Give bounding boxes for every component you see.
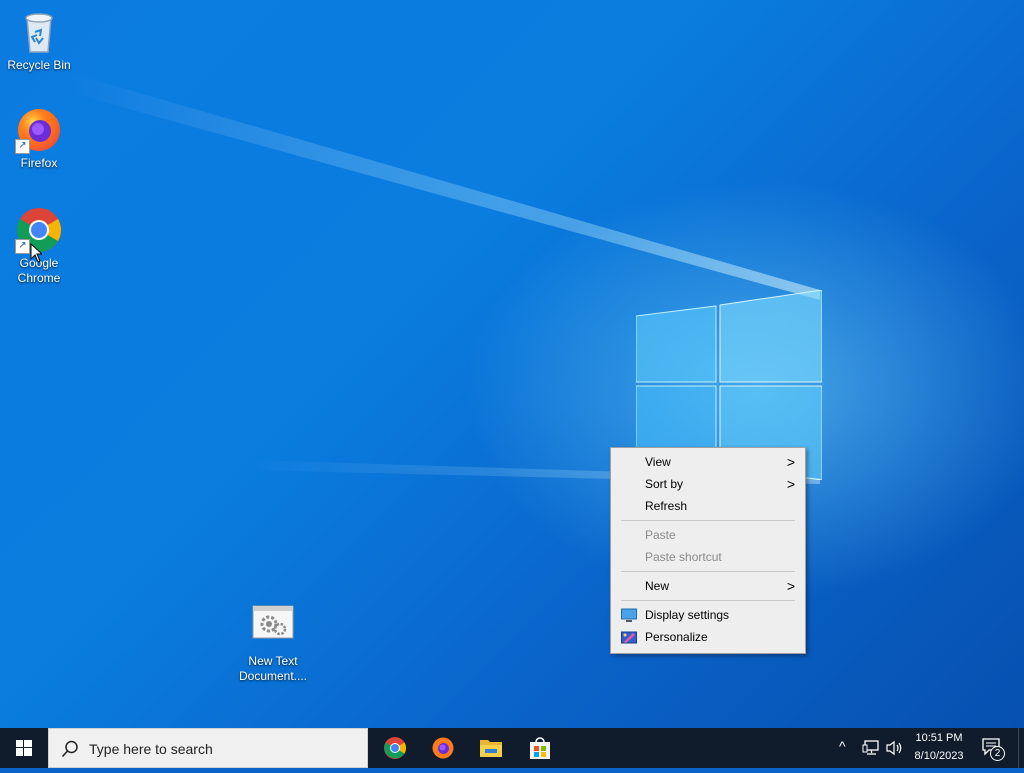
taskbar: Type here to search ^ 10:51 PM 8/10/2023…	[0, 728, 1024, 768]
menu-item-label: Sort by	[645, 477, 684, 491]
menu-item-paste-shortcut[interactable]: Paste shortcut	[611, 546, 805, 568]
menu-item-view[interactable]: View >	[611, 451, 805, 473]
taskbar-search-box[interactable]: Type here to search	[48, 728, 368, 768]
firefox-icon: ↗	[15, 106, 63, 154]
menu-item-refresh[interactable]: Refresh	[611, 495, 805, 517]
show-hidden-icons-chevron[interactable]: ^	[839, 738, 846, 754]
menu-item-personalize[interactable]: Personalize	[611, 626, 805, 648]
chrome-icon	[384, 737, 406, 759]
taskbar-app-store[interactable]	[518, 732, 562, 764]
store-icon	[530, 737, 550, 759]
desktop-icon-new-text-document[interactable]: New Text Document....	[235, 604, 311, 684]
menu-item-label: Paste	[645, 528, 676, 542]
start-button[interactable]	[0, 728, 48, 768]
desktop-icon-label: Recycle Bin	[7, 58, 71, 72]
desktop-icon-recycle-bin[interactable]: Recycle Bin	[1, 8, 77, 73]
search-icon	[61, 740, 78, 758]
volume-icon[interactable]	[886, 740, 904, 756]
search-placeholder: Type here to search	[89, 741, 213, 757]
menu-item-display-settings[interactable]: Display settings	[611, 604, 805, 626]
mouse-cursor-icon	[30, 243, 42, 263]
recycle-bin-icon	[15, 8, 63, 56]
desktop-wallpaper[interactable]	[0, 0, 1024, 728]
light-beam-decoration	[60, 70, 820, 484]
action-center-button[interactable]: 2	[982, 738, 1005, 761]
menu-item-label: View	[645, 455, 671, 469]
menu-item-label: Paste shortcut	[645, 550, 722, 564]
desktop-icon-label: New Text Document....	[238, 654, 308, 683]
chevron-right-icon: >	[786, 578, 795, 594]
shortcut-arrow-icon: ↗	[15, 139, 30, 154]
notification-count-badge: 2	[990, 746, 1005, 761]
settings-file-icon	[249, 604, 297, 652]
menu-separator	[621, 520, 795, 521]
taskbar-app-file-explorer[interactable]	[469, 732, 513, 764]
show-desktop-button[interactable]	[1018, 728, 1024, 768]
menu-item-label: Display settings	[645, 608, 730, 622]
personalize-icon	[621, 631, 637, 644]
menu-item-new[interactable]: New >	[611, 575, 805, 597]
windows-start-icon	[16, 740, 32, 756]
firefox-icon	[432, 737, 454, 759]
desktop-icon-firefox[interactable]: ↗ Firefox	[1, 106, 77, 171]
network-icon[interactable]	[862, 740, 880, 756]
desktop-context-menu: View > Sort by > Refresh Paste Paste sho…	[610, 447, 806, 654]
menu-item-sort-by[interactable]: Sort by >	[611, 473, 805, 495]
menu-item-label: Refresh	[645, 499, 688, 513]
chevron-right-icon: >	[786, 454, 795, 470]
menu-item-label: New	[645, 579, 670, 593]
taskbar-app-chrome[interactable]	[373, 732, 417, 764]
taskbar-app-firefox[interactable]	[421, 732, 465, 764]
display-icon	[621, 608, 637, 622]
clock-date[interactable]: 8/10/2023	[906, 750, 972, 762]
file-explorer-icon	[480, 740, 502, 757]
desktop-icon-label: Firefox	[20, 156, 58, 170]
menu-item-label: Personalize	[645, 630, 708, 644]
menu-separator	[621, 571, 795, 572]
chevron-right-icon: >	[786, 476, 795, 492]
menu-separator	[621, 600, 795, 601]
clock-time[interactable]: 10:51 PM	[906, 732, 972, 744]
menu-item-paste[interactable]: Paste	[611, 524, 805, 546]
shortcut-arrow-icon: ↗	[15, 239, 30, 254]
